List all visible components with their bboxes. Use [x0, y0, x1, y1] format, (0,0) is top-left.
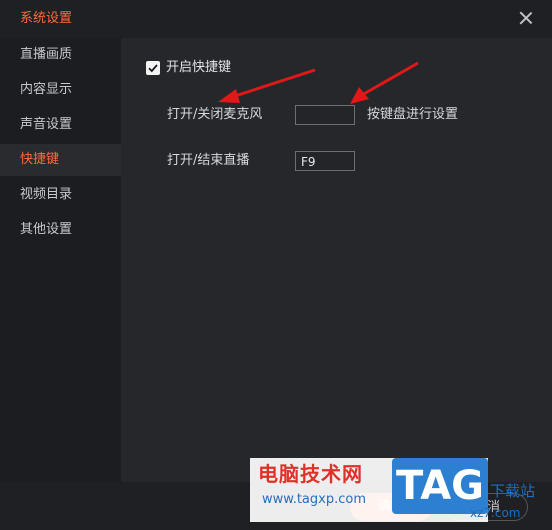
toggle-mic-label: 打开/关闭麦克风 [167, 107, 263, 122]
window-title: 系统设置 [20, 11, 73, 26]
toggle-live-label: 打开/结束直播 [167, 153, 250, 168]
hotkey-hint: 按键盘进行设置 [367, 107, 459, 122]
enable-hotkeys-label: 开启快捷键 [166, 60, 232, 75]
enable-hotkeys-checkbox[interactable] [146, 61, 160, 75]
watermark-side-text: 下载站 [490, 482, 536, 500]
sidebar-item-sound-settings[interactable]: 声音设置 [0, 109, 121, 141]
sidebar-item-video-quality[interactable]: 直播画质 [0, 39, 121, 71]
settings-window: 系统设置 直播画质 内容显示 声音设置 快捷键 视频目录 其他设置 开启快捷键 … [0, 0, 552, 530]
watermark-url: www.tagxp.com [262, 492, 366, 507]
toggle-mic-hotkey-input[interactable] [295, 105, 355, 125]
watermark-logo-text: TAG [396, 463, 484, 509]
sidebar-item-video-directory[interactable]: 视频目录 [0, 179, 121, 211]
settings-sidebar: 直播画质 内容显示 声音设置 快捷键 视频目录 其他设置 [0, 38, 121, 482]
sidebar-item-content-display[interactable]: 内容显示 [0, 74, 121, 106]
sidebar-item-other-settings[interactable]: 其他设置 [0, 214, 121, 246]
watermark-side-url: xz7.com [470, 506, 521, 520]
toggle-live-hotkey-input[interactable]: F9 [295, 151, 355, 171]
checkmark-icon [148, 64, 158, 73]
sidebar-item-hotkeys[interactable]: 快捷键 [0, 144, 121, 176]
close-icon[interactable] [518, 10, 534, 26]
watermark-site-name: 电脑技术网 [258, 462, 363, 486]
title-bar: 系统设置 [0, 0, 552, 38]
